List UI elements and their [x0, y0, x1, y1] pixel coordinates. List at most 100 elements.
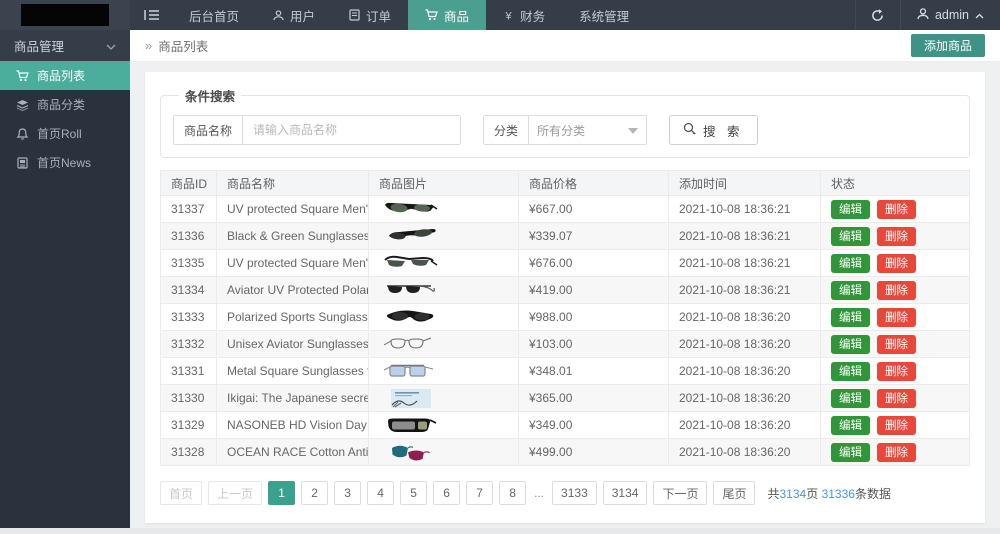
page-button-3134[interactable]: 3134 — [603, 481, 648, 505]
topnav-item-label: 商品 — [444, 6, 469, 25]
sidebar-group-label: 商品管理 — [14, 36, 106, 55]
topnav-item-用户[interactable]: 用户 — [256, 0, 332, 30]
goods-add-time: 2021-10-08 18:36:20 — [669, 439, 821, 466]
bell-icon — [16, 128, 29, 140]
sidebar-group-goods-management[interactable]: 商品管理 — [0, 30, 130, 61]
edit-button[interactable]: 编辑 — [831, 389, 870, 408]
top-navbar: 后台首页用户订单 商品 ¥ 财务系统管理 admin — [0, 0, 1000, 30]
delete-button[interactable]: 删除 — [877, 389, 916, 408]
sidebar-item-首页News[interactable]: 首页News — [0, 148, 130, 177]
page-button-3133[interactable]: 3133 — [552, 481, 597, 505]
column-header: 添加时间 — [669, 171, 821, 196]
goods-price: ¥349.00 — [519, 412, 669, 439]
page-button-5[interactable]: 5 — [400, 481, 427, 505]
goods-name: Aviator UV Protected Polarized Blac... — [217, 277, 369, 304]
sunglasses-wayfarer-dark — [379, 198, 441, 220]
category-group: 分类 所有分类 — [483, 115, 647, 145]
edit-button[interactable]: 编辑 — [831, 416, 870, 435]
edit-button[interactable]: 编辑 — [831, 281, 870, 300]
page-button-尾页[interactable]: 尾页 — [713, 481, 755, 505]
goods-row: 31337UV protected Square Men's Sungla...… — [161, 196, 970, 223]
page-button-4[interactable]: 4 — [367, 481, 394, 505]
delete-button[interactable]: 删除 — [877, 362, 916, 381]
sunglasses-sport-dark — [379, 306, 441, 328]
breadcrumb: 商品列表 — [158, 36, 208, 55]
goods-name: UV protected Square Men's Sungla... — [217, 196, 369, 223]
page-button-7[interactable]: 7 — [466, 481, 493, 505]
goods-add-time: 2021-10-08 18:36:20 — [669, 385, 821, 412]
sidebar-item-商品分类[interactable]: 商品分类 — [0, 90, 130, 119]
delete-button[interactable]: 删除 — [877, 335, 916, 354]
sidebar: 商品管理 商品列表商品分类首页Roll 首页News — [0, 30, 130, 528]
page-button-下一页[interactable]: 下一页 — [653, 481, 707, 505]
edit-button[interactable]: 编辑 — [831, 308, 870, 327]
delete-button[interactable]: 删除 — [877, 200, 916, 219]
goods-image — [369, 358, 519, 385]
goods-price: ¥667.00 — [519, 196, 669, 223]
news-icon — [16, 157, 29, 169]
goods-row: 31332Unisex Aviator Sunglasses Combo (..… — [161, 331, 970, 358]
cart-icon — [425, 9, 438, 21]
page-button-1[interactable]: 1 — [268, 481, 295, 505]
edit-button[interactable]: 编辑 — [831, 362, 870, 381]
topnav-item-商品[interactable]: 商品 — [408, 0, 486, 30]
refresh-icon[interactable] — [855, 0, 901, 30]
goods-image — [369, 439, 519, 466]
edit-button[interactable]: 编辑 — [831, 443, 870, 462]
page-button-8[interactable]: 8 — [499, 481, 526, 505]
delete-button[interactable]: 删除 — [877, 443, 916, 462]
edit-button[interactable]: 编辑 — [831, 227, 870, 246]
user-menu[interactable]: admin — [901, 0, 1000, 30]
goods-actions: 编辑删除 — [821, 223, 970, 250]
goods-image — [369, 277, 519, 304]
page-button-3[interactable]: 3 — [334, 481, 361, 505]
goods-actions: 编辑删除 — [821, 277, 970, 304]
topnav-item-后台首页[interactable]: 后台首页 — [172, 0, 256, 30]
cart-icon — [16, 70, 29, 82]
goods-id: 31330 — [161, 385, 217, 412]
add-goods-button[interactable]: 添加商品 — [911, 34, 985, 57]
goods-row: 31331Metal Square Sunglasses for Men a..… — [161, 358, 970, 385]
menu-icon[interactable] — [130, 0, 172, 30]
search-button[interactable]: 搜 索 — [669, 115, 757, 145]
goods-id: 31331 — [161, 358, 217, 385]
sunglasses-square-blue — [379, 360, 441, 382]
goods-price: ¥348.01 — [519, 358, 669, 385]
category-select[interactable]: 所有分类 — [529, 115, 647, 145]
face-masks-teal-maroon — [379, 441, 441, 463]
sidebar-items: 商品列表商品分类首页Roll 首页News — [0, 61, 130, 177]
delete-button[interactable]: 删除 — [877, 254, 916, 273]
goods-row: 31328OCEAN RACE Cotton Anti Pollution...… — [161, 439, 970, 466]
pagination: 首页上一页12345678...31333134下一页尾页 共3134页 313… — [160, 481, 970, 505]
sidebar-item-首页Roll[interactable]: 首页Roll — [0, 119, 130, 148]
delete-button[interactable]: 删除 — [877, 308, 916, 327]
goods-row: 31333Polarized Sports Sunglasses Mirror … — [161, 304, 970, 331]
topnav-item-label: 财务 — [520, 6, 545, 25]
sidebar-item-商品列表[interactable]: 商品列表 — [0, 61, 130, 90]
topnav-item-订单[interactable]: 订单 — [332, 0, 408, 30]
user-icon — [917, 8, 929, 23]
goods-table: 商品ID商品名称商品图片商品价格添加时间状态 31337UV protected… — [160, 170, 970, 466]
pagination-summary: 共3134页 31336条数据 — [767, 485, 890, 502]
delete-button[interactable]: 删除 — [877, 227, 916, 246]
summary-total-count: 31336 — [822, 487, 855, 501]
book-cover-blue — [379, 387, 441, 409]
window-bottom-edge — [0, 528, 1000, 534]
goods-actions: 编辑删除 — [821, 439, 970, 466]
sidebar-item-label: 首页Roll — [37, 125, 82, 142]
svg-text:¥: ¥ — [505, 10, 513, 21]
page-button-2[interactable]: 2 — [301, 481, 328, 505]
goods-name: UV protected Square Men's Sungla... — [217, 250, 369, 277]
delete-button[interactable]: 删除 — [877, 416, 916, 435]
search-button-label: 搜 索 — [703, 121, 743, 140]
page-button-6[interactable]: 6 — [433, 481, 460, 505]
delete-button[interactable]: 删除 — [877, 281, 916, 300]
goods-name-input[interactable] — [243, 115, 461, 145]
topnav-item-财务[interactable]: ¥ 财务 — [486, 0, 562, 30]
category-selected-value: 所有分类 — [537, 122, 585, 139]
edit-button[interactable]: 编辑 — [831, 254, 870, 273]
order-icon — [349, 9, 360, 21]
topnav-item-系统管理[interactable]: 系统管理 — [562, 0, 646, 30]
edit-button[interactable]: 编辑 — [831, 200, 870, 219]
edit-button[interactable]: 编辑 — [831, 335, 870, 354]
